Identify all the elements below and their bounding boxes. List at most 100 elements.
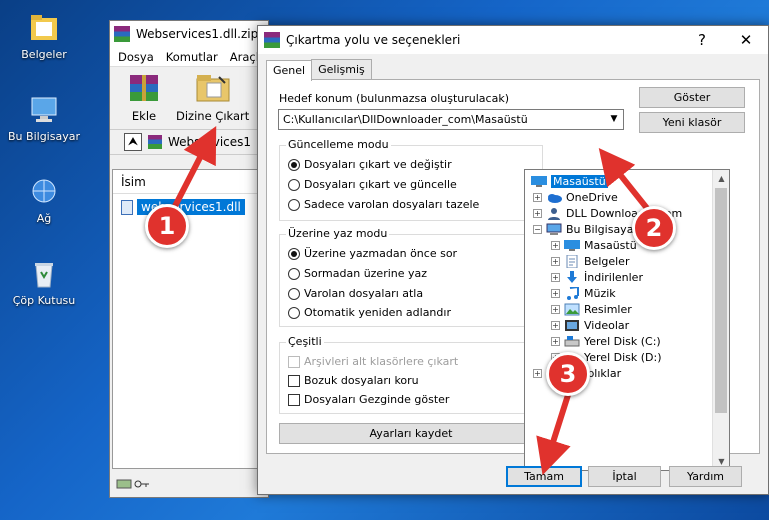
scroll-up-icon[interactable]: ▲ (713, 170, 730, 187)
checkbox-disabled (288, 355, 300, 368)
save-settings-button[interactable]: Ayarları kaydet (279, 423, 543, 444)
expand-icon[interactable]: + (551, 320, 560, 330)
expand-icon[interactable]: + (551, 304, 560, 314)
expand-icon[interactable]: + (533, 368, 542, 378)
winrar-title-bar[interactable]: Webservices1.dll.zip (110, 21, 268, 47)
expand-icon[interactable]: + (551, 256, 560, 266)
overwrite-option-without-prompt[interactable]: Sormadan üzerine yaz (288, 267, 427, 280)
dll-file-icon (121, 199, 133, 215)
help-button[interactable]: Yardım (669, 466, 742, 487)
expand-icon[interactable]: + (551, 288, 560, 298)
new-folder-button[interactable]: Yeni klasör (639, 112, 745, 133)
winrar-toolbar: Ekle Dizine Çıkart (110, 67, 268, 129)
add-button[interactable]: Ekle (122, 71, 166, 123)
checkbox[interactable] (288, 374, 300, 387)
extract-to-button[interactable]: Dizine Çıkart (176, 71, 249, 123)
collapse-icon[interactable]: − (533, 224, 542, 234)
destination-path-combobox[interactable]: C:\Kullanıcılar\DllDownloader_com\Masaüs… (278, 109, 624, 130)
winrar-status-bar (112, 473, 266, 495)
scrollbar-thumb[interactable] (715, 188, 727, 413)
folder-tree[interactable]: Masaüstü + OneDrive + DLL Downloader.com… (524, 169, 730, 471)
tree-item-pictures[interactable]: + Resimler (551, 301, 632, 317)
extract-folder-icon (196, 75, 230, 102)
tree-item-onedrive[interactable]: + OneDrive (533, 189, 618, 205)
tab-gelismis[interactable]: Gelişmiş (311, 59, 372, 80)
update-option-freshen[interactable]: Sadece varolan dosyaları tazele (288, 198, 479, 211)
option-label: Üzerine yazmadan önce sor (304, 247, 458, 260)
tab-genel[interactable]: Genel (266, 60, 313, 81)
option-label: Arşivleri alt klasörlere çıkart (304, 355, 459, 368)
update-option-extract-replace[interactable]: Dosyaları çıkart ve değiştir (288, 158, 452, 171)
option-label: Otomatik yeniden adlandır (304, 306, 451, 319)
help-icon[interactable]: ? (680, 31, 724, 49)
update-option-extract-update[interactable]: Dosyaları çıkart ve güncelle (288, 178, 457, 191)
misc-option-show-in-explorer[interactable]: Dosyaları Gezginde göster (288, 393, 449, 406)
tree-item-downloads[interactable]: + İndirilenler (551, 269, 643, 285)
radio[interactable] (288, 198, 300, 211)
tree-item-label: Yerel Disk (C:) (584, 334, 661, 348)
tree-item-desktop[interactable]: Masaüstü (531, 173, 608, 189)
misc-option-keep-broken[interactable]: Bozuk dosyaları koru (288, 374, 419, 387)
radio[interactable] (288, 178, 300, 191)
overwrite-mode-group: Üzerine yaz modu Üzerine yazmadan önce s… (279, 227, 543, 327)
show-button[interactable]: Göster (639, 87, 745, 108)
tree-item-drive-c[interactable]: + Yerel Disk (C:) (551, 333, 661, 349)
network-icon (32, 179, 56, 203)
tree-scrollbar[interactable]: ▲ ▼ (712, 170, 729, 470)
up-folder-button[interactable]: ⮝ (124, 133, 142, 151)
radio-selected[interactable] (288, 247, 300, 260)
close-icon[interactable]: ✕ (724, 31, 768, 49)
desktop-icon-computer[interactable]: Bu Bilgisayar (4, 94, 84, 143)
music-icon (567, 286, 579, 300)
tree-item-label: İndirilenler (584, 270, 643, 284)
overwrite-option-ask[interactable]: Üzerine yazmadan önce sor (288, 247, 457, 260)
user-icon (548, 207, 560, 220)
winrar-window: Webservices1.dll.zip Dosya Komutlar Araç… (109, 20, 269, 498)
ok-button[interactable]: Tamam (506, 466, 582, 487)
desktop-icon-label: Ağ (36, 212, 52, 225)
expand-icon[interactable]: + (551, 240, 560, 250)
tree-item-label: Masaüstü (551, 174, 608, 188)
expand-icon[interactable]: + (551, 336, 560, 346)
tree-item-this-pc[interactable]: − Bu Bilgisayar (533, 221, 638, 237)
dialog-tabs: Genel Gelişmiş (266, 59, 372, 81)
desktop-icon-documents[interactable]: Belgeler (4, 12, 84, 61)
option-label: Dosyaları çıkart ve güncelle (304, 178, 457, 191)
overwrite-option-rename[interactable]: Otomatik yeniden adlandır (288, 306, 451, 319)
desktop-icon-network[interactable]: Ağ (4, 176, 84, 225)
winrar-menu-bar: Dosya Komutlar Araçla (110, 47, 268, 67)
desktop-icon-recycle-bin[interactable]: Çöp Kutusu (4, 258, 84, 307)
radio[interactable] (288, 306, 300, 319)
add-button-label: Ekle (131, 109, 157, 123)
radio[interactable] (288, 267, 300, 280)
cancel-button[interactable]: İptal (588, 466, 661, 487)
documents-folder-icon (31, 15, 57, 40)
expand-icon[interactable]: + (551, 272, 560, 282)
expand-icon[interactable]: + (533, 192, 542, 202)
file-list[interactable]: İsim webservices1.dll (112, 169, 266, 469)
tree-item-documents[interactable]: + Belgeler (551, 253, 629, 269)
option-label: Sormadan üzerine yaz (304, 267, 428, 280)
update-mode-title: Güncelleme modu (286, 138, 391, 151)
dialog-title-bar[interactable]: Çıkartma yolu ve seçenekleri ? ✕ (258, 26, 768, 54)
tree-item-label: Müzik (584, 286, 616, 300)
menu-item-dosya[interactable]: Dosya (118, 50, 154, 64)
checkbox[interactable] (288, 393, 300, 406)
chevron-down-icon[interactable]: ▼ (605, 110, 623, 129)
drive-key-icon (116, 479, 149, 489)
update-mode-group: Güncelleme modu Dosyaları çıkart ve deği… (279, 138, 543, 221)
tree-item-music[interactable]: + Müzik (551, 285, 616, 301)
option-label: Dosyaları çıkart ve değiştir (304, 158, 452, 171)
menu-item-komutlar[interactable]: Komutlar (166, 50, 218, 64)
overwrite-option-skip[interactable]: Varolan dosyaları atla (288, 287, 423, 300)
dialog-title: Çıkartma yolu ve seçenekleri (286, 33, 461, 47)
extract-to-button-label: Dizine Çıkart (176, 109, 250, 123)
misc-group: Çeşitli Arşivleri alt klasörlere çıkart … (279, 335, 543, 414)
radio-selected[interactable] (288, 158, 300, 171)
radio[interactable] (288, 287, 300, 300)
tree-item-videos[interactable]: + Videolar (551, 317, 629, 333)
expand-icon[interactable]: + (533, 208, 542, 218)
column-header-name[interactable]: İsim (113, 170, 265, 194)
tree-item-pc-desktop[interactable]: + Masaüstü (551, 237, 637, 253)
add-archive-icon (130, 75, 158, 101)
